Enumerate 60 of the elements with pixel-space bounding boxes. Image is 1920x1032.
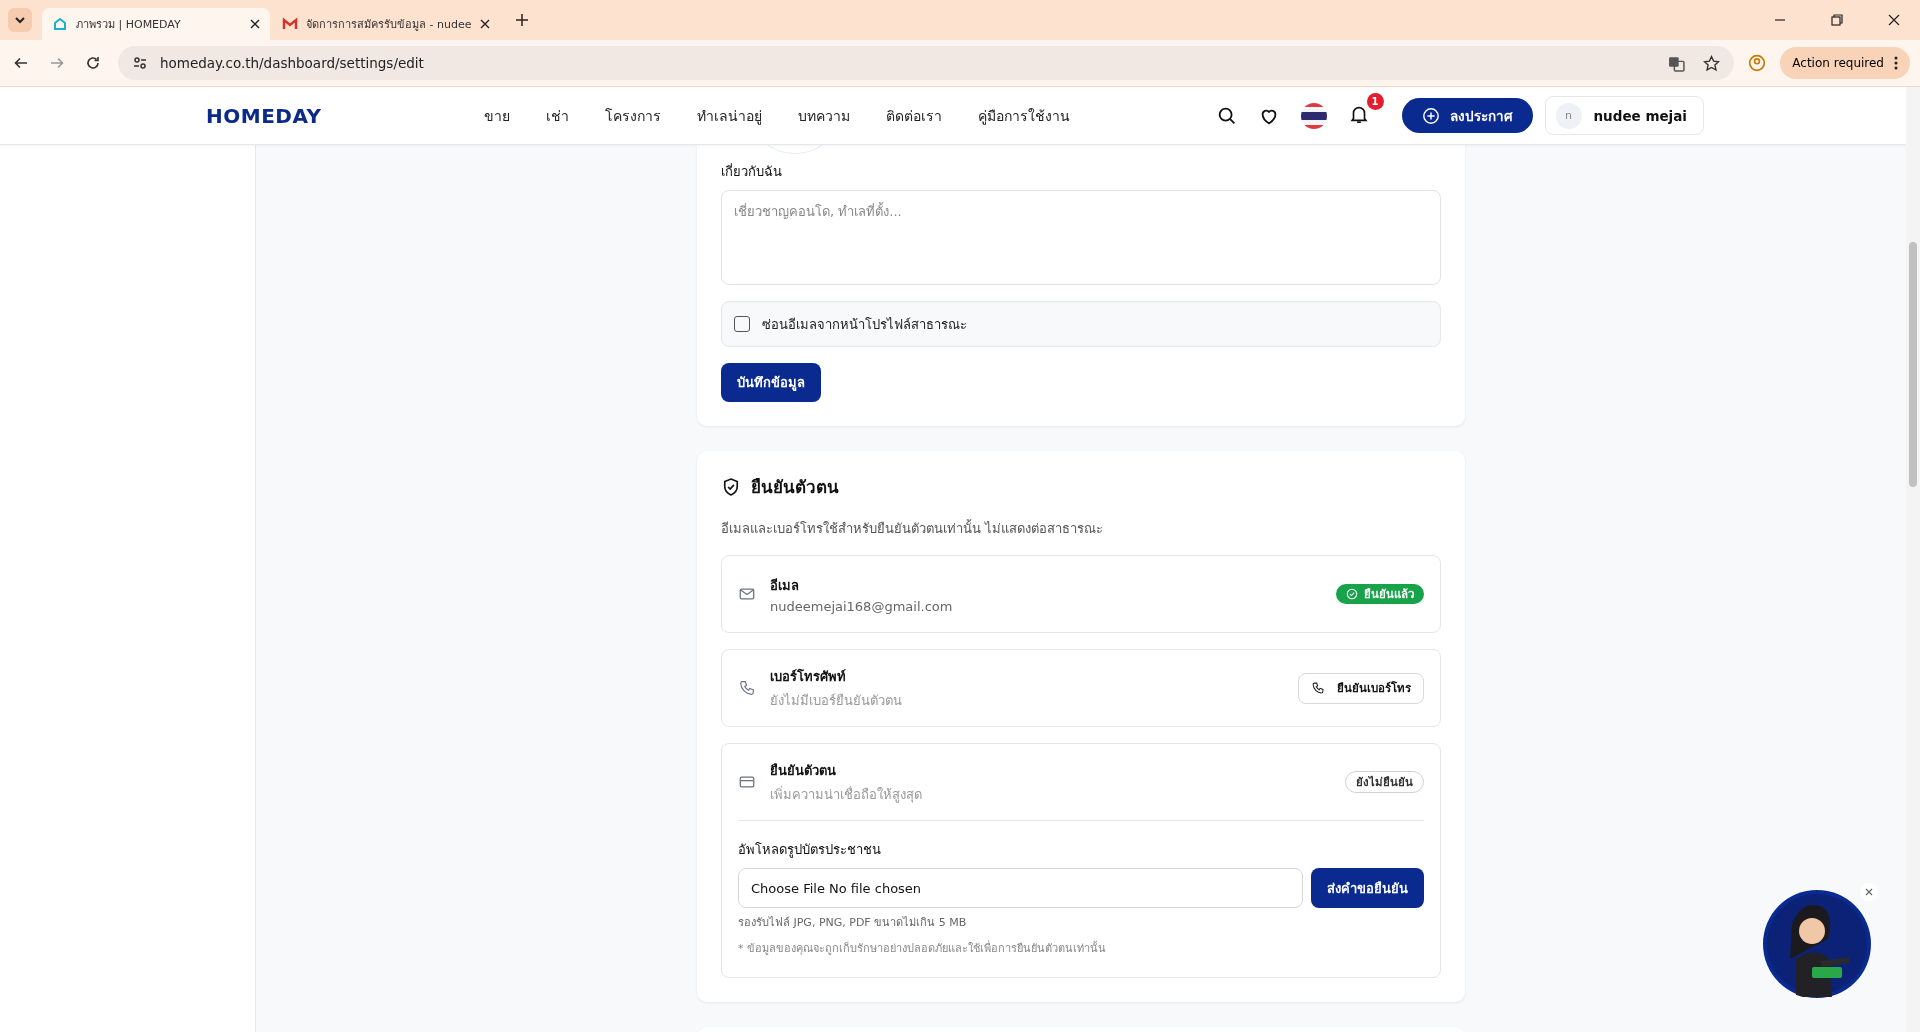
check-circle-icon xyxy=(1346,588,1358,600)
nav-link[interactable]: คู่มือการใช้งาน xyxy=(978,104,1071,127)
save-button[interactable]: บันทึกข้อมูล xyxy=(721,363,821,402)
restore-icon[interactable] xyxy=(1831,14,1843,26)
scrollbar[interactable] xyxy=(1906,87,1920,1032)
new-tab-icon[interactable] xyxy=(516,14,528,26)
phone-icon xyxy=(1311,681,1325,695)
plus-icon xyxy=(1421,106,1440,125)
mail-icon xyxy=(282,16,298,32)
about-field[interactable]: เชี่ยวชาญคอนโด, ทำเลที่ตั้ง... xyxy=(721,190,1441,285)
shield-check-icon xyxy=(721,476,741,497)
translate-icon[interactable] xyxy=(1668,54,1686,72)
browser-tab[interactable]: จัดการการสมัครรับข้อมูล - nudee xyxy=(272,8,500,40)
checkbox[interactable] xyxy=(734,316,750,332)
nav-link[interactable]: เช่า xyxy=(546,104,570,127)
submit-button[interactable]: ส่งคำขอยืนยัน xyxy=(1311,868,1424,908)
file-input[interactable]: Choose File No file chosen xyxy=(738,868,1303,908)
browser-tab[interactable]: ภาพรวม | HOMEDAY xyxy=(42,8,270,40)
user-menu-button[interactable]: n nudee mejai xyxy=(1544,96,1704,135)
close-icon[interactable] xyxy=(480,19,490,29)
site-settings-icon xyxy=(132,55,148,71)
house-icon xyxy=(52,16,68,32)
nav-link[interactable]: ขาย xyxy=(484,104,511,127)
close-icon[interactable] xyxy=(250,19,260,29)
section-description: อีเมลและเบอร์โทรใช้สำหรับยืนยันตัวตนเท่านั้น ไม่แสดงต่อสาธารณะ xyxy=(721,518,1105,538)
hint-text: รองรับไฟล์ JPG, PNG, PDF ขนาดไม่เกิน 5 MB xyxy=(738,915,968,931)
back-icon[interactable] xyxy=(13,55,29,71)
logo[interactable]: HOMEDAY xyxy=(206,103,322,128)
nav-link[interactable]: โครงการ xyxy=(605,104,662,127)
nav-link[interactable]: ทำเลน่าอยู่ xyxy=(697,104,763,127)
verified-badge: ยืนยันแล้ว xyxy=(1336,584,1424,604)
card-icon xyxy=(738,773,756,791)
more-icon[interactable] xyxy=(1894,56,1898,70)
status-badge: ยังไม่ยืนยัน xyxy=(1345,771,1424,793)
notification-badge: 1 xyxy=(1366,92,1384,110)
nav-link[interactable]: ติดต่อเรา xyxy=(886,104,943,127)
nav-link[interactable]: บทความ xyxy=(798,104,851,127)
item-label: เบอร์โทรศัพท์ xyxy=(770,667,847,686)
phone-icon xyxy=(738,679,756,697)
item-value: nudeemejai168@gmail.com xyxy=(770,598,954,614)
envelope-icon xyxy=(738,585,756,603)
address-field[interactable]: homeday.co.th/dashboard/settings/edit xyxy=(118,46,1735,80)
checkbox-label[interactable]: ซ่อนอีเมลจากหน้าโปรไฟล์สาธารณะ xyxy=(762,313,967,335)
item-value: ยังไม่มีเบอร์ยืนยันตัวตน xyxy=(770,691,903,710)
field-label: เกี่ยวกับฉัน xyxy=(721,162,783,181)
verify-phone-button[interactable]: ยืนยันเบอร์โทร xyxy=(1298,672,1424,704)
item-label: อีเมล xyxy=(770,576,800,595)
field-label: อัพโหลดรูปบัตรประชาชน xyxy=(738,841,882,860)
section-title: ยืนยันตัวตน xyxy=(751,476,839,499)
action-required-button[interactable]: Action required xyxy=(1780,47,1910,79)
item-value: เพิ่มความน่าเชื่อถือให้สูงสุด xyxy=(770,785,923,805)
reload-icon[interactable] xyxy=(85,55,101,71)
post-listing-button[interactable]: ลงประกาศ xyxy=(1401,98,1533,133)
note-text: * ข้อมูลของคุณจะถูกเก็บรักษาอย่างปลอดภัยและใช้เพื่อการยืนยันตัวตนเท่านั้น xyxy=(738,939,1107,957)
item-label: ยืนยันตัวตน xyxy=(770,761,837,780)
chevron-down-icon[interactable] xyxy=(8,8,32,32)
profile-icon[interactable] xyxy=(1748,54,1767,72)
user-avatar: n xyxy=(1555,102,1582,129)
close-icon[interactable] xyxy=(1888,14,1900,26)
star-icon[interactable] xyxy=(1703,54,1721,72)
